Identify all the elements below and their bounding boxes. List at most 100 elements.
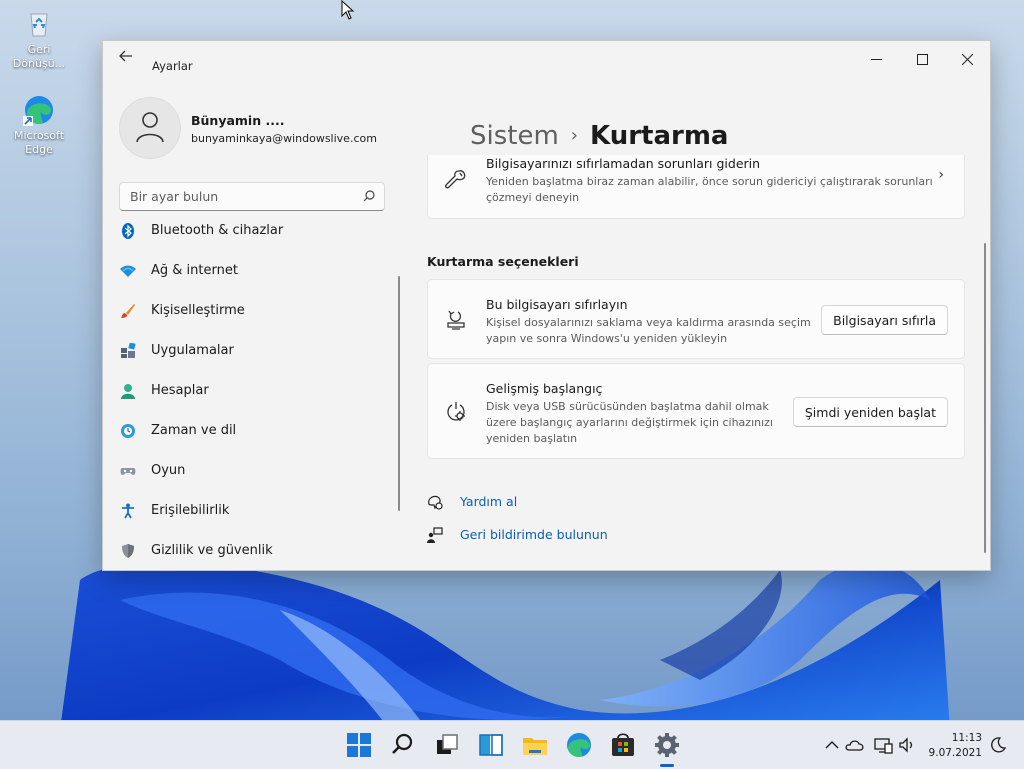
sidebar-item-label: Bluetooth & cihazlar [151,223,284,238]
chevron-right-icon: › [938,167,944,183]
search-field[interactable] [119,182,385,211]
settings-icon[interactable] [653,731,681,759]
sidebar-item-label: Ağ & internet [151,263,238,278]
troubleshoot-desc-1: Yeniden başlatma biraz zaman alabilir, ö… [486,175,933,188]
sidebar-scrollbar[interactable] [398,276,400,511]
get-help-label[interactable]: Yardım al [460,494,517,509]
active-app-indicator [660,764,674,767]
start-icon[interactable] [345,731,373,759]
reset-pc-button[interactable]: Bilgisayarı sıfırla [821,305,948,335]
troubleshoot-title: Bilgisayarınızı sıfırlamadan sorunları g… [486,156,761,171]
clock-time: 11:13 [951,732,982,744]
sidebar-item-personalization[interactable]: Kişiselleştirme [115,297,395,337]
feedback-icon [427,527,443,543]
feedback-label[interactable]: Geri bildirimde bulunun [460,527,608,542]
shield-icon [122,544,134,558]
edge-icon [23,94,55,126]
store-icon[interactable] [609,731,637,759]
task-view-icon[interactable] [433,731,461,759]
sidebar-item-label: Uygulamalar [151,343,234,358]
sidebar-item-label: Gizlilik ve güvenlik [151,543,273,558]
clock[interactable]: 11:13 9.07.2021 [926,731,982,761]
troubleshoot-card[interactable]: Bilgisayarınızı sıfırlamadan sorunları g… [427,155,965,219]
sidebar-item-bluetooth[interactable]: Bluetooth & cihazlar [115,217,395,257]
section-title: Kurtarma seçenekleri [427,254,579,269]
breadcrumb-separator: › [570,125,578,146]
reset-pc-icon [447,310,465,330]
sidebar-item-apps[interactable]: Uygulamalar [115,337,395,377]
sidebar-item-accessibility[interactable]: Erişilebilirlik [115,497,395,537]
focus-assist-icon[interactable] [988,735,1008,755]
help-icon [428,495,443,510]
bluetooth-icon [122,223,134,239]
recycle-bin-label: Geri Dönüşü... [12,43,66,70]
title-bar[interactable]: Ayarlar [103,41,990,73]
settings-window: Ayarlar Bünyamin .... bunyaminkaya@windo… [102,40,991,571]
gamepad-icon [120,468,136,476]
sidebar-item-privacy[interactable]: Gizlilik ve güvenlik [115,537,395,570]
sidebar-item-label: Zaman ve dil [151,423,237,438]
taskbar: 11:13 9.07.2021 [0,720,1024,769]
breadcrumb-parent[interactable]: Sistem [470,121,559,151]
edge-label: Microsoft Edge [13,129,65,156]
maximize-icon [916,54,928,65]
sidebar-item-label: Oyun [151,463,186,478]
reset-pc-desc-1: Kişisel dosyalarınızı saklama veya kaldı… [486,316,811,329]
profile-email: bunyaminkaya@windowslive.com [191,132,377,145]
search-icon[interactable] [363,190,375,202]
troubleshoot-desc-2: çözmeyi deneyin [486,191,580,204]
maximize-button[interactable] [899,47,945,75]
profile-name: Bünyamin .... [191,113,285,128]
apps-icon [121,343,136,358]
widgets-icon[interactable] [477,731,505,759]
globe-clock-icon [121,424,135,438]
edge-icon[interactable] [565,731,593,759]
person-avatar-icon [136,112,164,143]
reset-pc-title: Bu bilgisayarı sıfırlayın [486,297,628,312]
minimize-icon [870,59,882,60]
advanced-startup-desc-3: yeniden başlatın [486,432,578,445]
advanced-startup-title: Gelişmiş başlangıç [486,381,603,396]
mouse-cursor-icon [341,0,355,20]
sidebar-item-gaming[interactable]: Oyun [115,457,395,497]
sidebar-nav: Bluetooth & cihazlar Ağ & internet Kişis… [115,217,395,570]
clock-date: 9.07.2021 [928,747,982,759]
sidebar-item-accounts[interactable]: Hesaplar [115,377,395,417]
advanced-startup-icon [447,402,465,421]
advanced-startup-card: Gelişmiş başlangıç Disk veya USB sürücüs… [427,363,965,459]
back-button[interactable] [113,49,139,67]
avatar[interactable] [119,97,181,159]
main-scrollbar[interactable] [984,243,986,553]
reset-pc-desc-2: yapın ve sonra Windows'u yeniden yükleyi… [486,332,728,345]
brush-icon [121,304,135,318]
recycle-bin-icon [23,8,55,40]
accessibility-icon [122,503,134,519]
advanced-startup-desc-2: üzere başlangıç ayarlarını değiştirmek i… [486,416,773,429]
close-button[interactable] [944,47,990,75]
onedrive-icon[interactable] [845,735,865,755]
wrench-icon [445,170,466,189]
sidebar-item-label: Kişiselleştirme [151,303,245,318]
chevron-up-icon[interactable] [822,735,842,755]
minimize-button[interactable] [853,47,899,75]
file-explorer-icon[interactable] [521,731,549,759]
sidebar-item-time-language[interactable]: Zaman ve dil [115,417,395,457]
search-icon[interactable] [389,731,417,759]
breadcrumb: Sistem › Kurtarma [470,121,728,151]
advanced-startup-desc-1: Disk veya USB sürücüsünden başlatma dahi… [486,400,769,413]
recycle-bin-shortcut[interactable]: Geri Dönüşü... [9,8,69,71]
reset-pc-card: Bu bilgisayarı sıfırlayın Kişisel dosyal… [427,279,965,359]
restart-now-button[interactable]: Şimdi yeniden başlat [792,397,948,427]
volume-icon[interactable] [897,735,917,755]
search-input[interactable] [128,188,362,205]
page-title: Kurtarma [590,121,729,151]
app-title: Ayarlar [152,59,193,73]
person-icon [121,384,135,399]
network-icon[interactable] [873,735,893,755]
sidebar-item-network[interactable]: Ağ & internet [115,257,395,297]
arrow-left-icon [119,50,132,62]
close-icon [961,53,973,66]
edge-shortcut[interactable]: Microsoft Edge [9,94,69,157]
sidebar-item-label: Erişilebilirlik [151,503,230,518]
wifi-icon [120,265,136,277]
